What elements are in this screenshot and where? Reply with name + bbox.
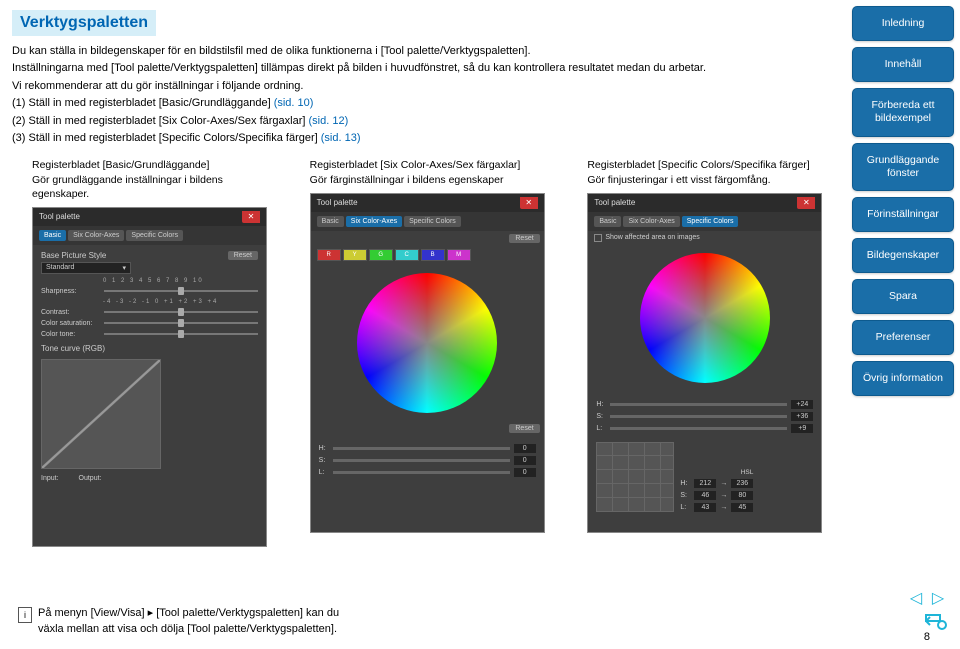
close-icon: ✕ xyxy=(797,197,815,209)
sidebar-item-ovrig[interactable]: Övrig information xyxy=(852,361,954,396)
page-ref-13[interactable]: (sid. 13) xyxy=(321,132,361,144)
tab-basic: Basic xyxy=(39,230,66,241)
sidebar-item-grundlaggande[interactable]: Grundläggande fönster xyxy=(852,143,954,191)
sidebar-item-spara[interactable]: Spara xyxy=(852,279,954,314)
prev-page-icon[interactable]: ◁ xyxy=(906,589,926,607)
color-wheel-specific xyxy=(640,253,770,383)
intro-3: Vi rekommenderar att du gör inställninga… xyxy=(12,79,833,94)
intro-2: Inställningarna med [Tool palette/Verkty… xyxy=(12,61,833,76)
sidebar-item-forbereda[interactable]: Förbereda ett bildexempel xyxy=(852,88,954,136)
basic-palette-screenshot: Tool palette✕ Basic Six Color-Axes Speci… xyxy=(32,207,267,547)
page-ref-12[interactable]: (sid. 12) xyxy=(309,115,349,127)
tab-specific: Specific Colors xyxy=(126,230,183,241)
step-2: (2) Ställ in med registerbladet [Six Col… xyxy=(12,114,833,129)
close-icon: ✕ xyxy=(520,197,538,209)
footer-tip: i På menyn [View/Visa] ▸ [Tool palette/V… xyxy=(18,606,339,637)
six-color-palette-screenshot: Tool palette✕ Basic Six Color-Axes Speci… xyxy=(310,193,545,533)
return-icon[interactable] xyxy=(922,611,948,631)
tone-curve xyxy=(41,359,161,469)
color-wheel xyxy=(357,273,497,413)
sidebar-item-preferenser[interactable]: Preferenser xyxy=(852,320,954,355)
sidebar-item-innehall[interactable]: Innehåll xyxy=(852,47,954,82)
intro-1: Du kan ställa in bildegenskaper för en b… xyxy=(12,44,833,59)
small-curve-grid xyxy=(596,442,674,512)
specific-colors-palette-screenshot: Tool palette✕ Basic Six Color-Axes Speci… xyxy=(587,193,822,533)
col1-title: Registerbladet [Basic/Grundläggande]Gör … xyxy=(32,158,278,201)
page-ref-10[interactable]: (sid. 10) xyxy=(274,97,314,109)
sidebar-item-inledning[interactable]: Inledning xyxy=(852,6,954,41)
six-color-chips: R Y G C B M xyxy=(311,245,544,265)
step-1: (1) Ställ in med registerbladet [Basic/G… xyxy=(12,96,833,111)
page-number: 8 xyxy=(924,631,930,643)
close-icon: ✕ xyxy=(242,211,260,223)
sidebar-item-forinstallningar[interactable]: Förinställningar xyxy=(852,197,954,232)
reset-button: Reset xyxy=(228,251,258,260)
info-icon: i xyxy=(18,607,32,623)
page-title: Verktygspaletten xyxy=(12,10,156,36)
sidebar-nav: Inledning Innehåll Förbereda ett bildexe… xyxy=(852,0,960,620)
sidebar-item-bildegenskaper[interactable]: Bildegenskaper xyxy=(852,238,954,273)
next-page-icon[interactable]: ▷ xyxy=(928,589,948,607)
col3-title: Registerbladet [Specific Colors/Specifik… xyxy=(587,158,833,186)
step-3: (3) Ställ in med registerbladet [Specifi… xyxy=(12,131,833,146)
base-style-select: Standard▾ xyxy=(41,262,131,274)
col2-title: Registerbladet [Six Color-Axes/Sex färga… xyxy=(310,158,556,186)
tab-six: Six Color-Axes xyxy=(68,230,124,241)
